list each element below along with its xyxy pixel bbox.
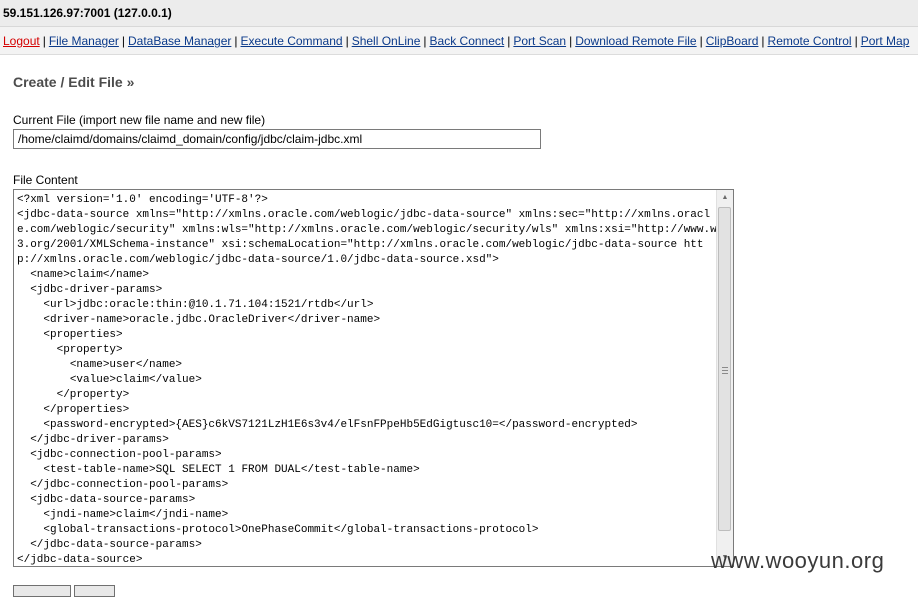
nav-links: Logout | File Manager | DataBase Manager | Exe… — [3, 34, 909, 48]
grip-icon — [722, 367, 728, 374]
nav-separator: | — [569, 34, 573, 48]
nav-database-manager-link[interactable]: DataBase Manager — [128, 34, 231, 48]
nav-port-map-link[interactable]: Port Map — [861, 34, 910, 48]
file-content-label: File Content — [13, 173, 78, 187]
nav-back-connect-link[interactable]: Back Connect — [430, 34, 505, 48]
current-file-label: Current File (import new file name and n… — [13, 113, 266, 127]
nav-separator: | — [761, 34, 765, 48]
nav-shell-online-link[interactable]: Shell OnLine — [352, 34, 421, 48]
scroll-up-icon[interactable]: ▲ — [717, 190, 733, 206]
current-file-input[interactable] — [13, 129, 541, 149]
nav-remote-control-link[interactable]: Remote Control — [768, 34, 852, 48]
nav-execute-command-link[interactable]: Execute Command — [241, 34, 343, 48]
nav-separator: | — [507, 34, 511, 48]
title-bar: 59.151.126.97:7001 (127.0.0.1) — [0, 0, 918, 27]
scrollbar-thumb[interactable] — [718, 207, 731, 531]
nav-file-manager-link[interactable]: File Manager — [49, 34, 119, 48]
nav-download-remote-file-link[interactable]: Download Remote File — [575, 34, 696, 48]
nav-separator: | — [699, 34, 703, 48]
nav-separator: | — [42, 34, 46, 48]
nav-clipboard-link[interactable]: ClipBoard — [706, 34, 759, 48]
nav-separator: | — [234, 34, 238, 48]
file-content-textarea[interactable]: <?xml version='1.0' encoding='UTF-8'?> <… — [13, 189, 734, 567]
nav-port-scan-link[interactable]: Port Scan — [513, 34, 566, 48]
host-address: 59.151.126.97:7001 (127.0.0.1) — [3, 6, 172, 20]
nav-separator: | — [345, 34, 349, 48]
submit-button[interactable] — [13, 585, 71, 597]
nav-separator: | — [854, 34, 858, 48]
back-button[interactable] — [74, 585, 115, 597]
nav-logout-link[interactable]: Logout — [3, 34, 40, 48]
vertical-scrollbar[interactable]: ▲ ▼ — [716, 190, 733, 566]
nav-separator: | — [423, 34, 427, 48]
page-title: Create / Edit File » — [13, 74, 135, 90]
file-content-text: <?xml version='1.0' encoding='UTF-8'?> <… — [17, 194, 717, 566]
watermark: www.wooyun.org — [711, 548, 885, 573]
nav-bar: Logout | File Manager | DataBase Manager | Exe… — [0, 27, 918, 55]
nav-separator: | — [121, 34, 125, 48]
